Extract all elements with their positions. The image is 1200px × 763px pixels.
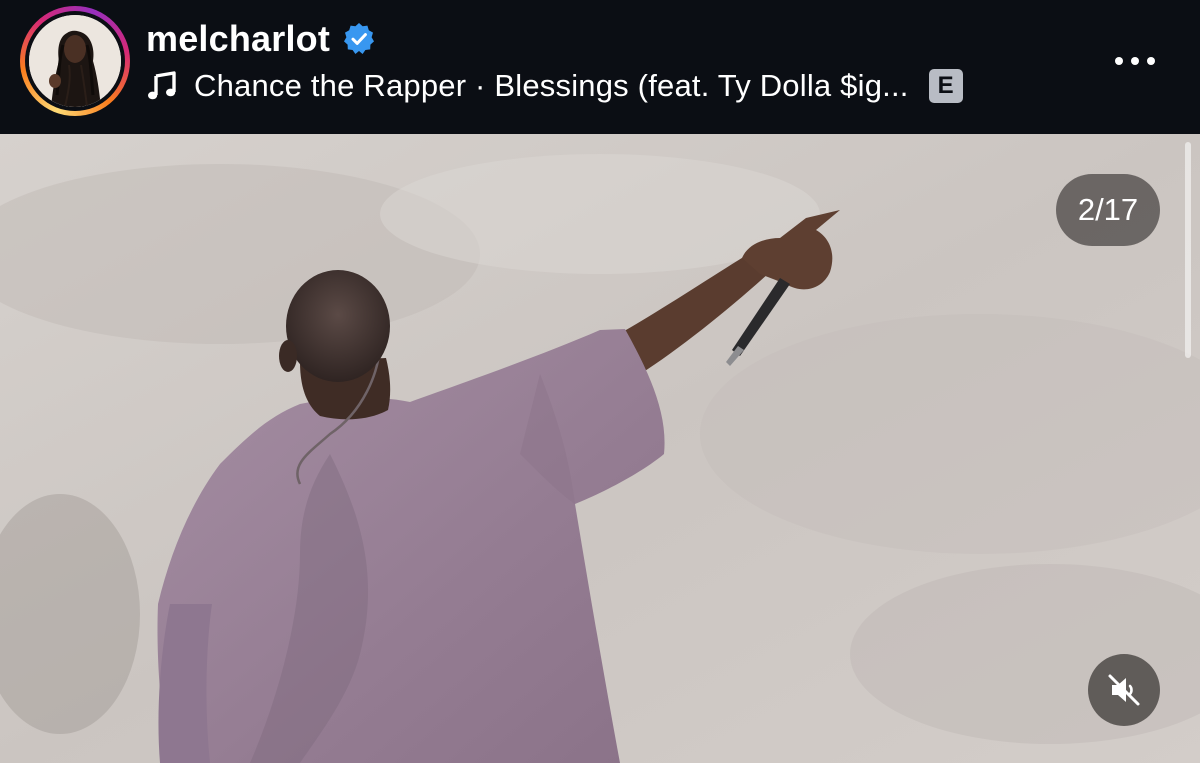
music-note-icon bbox=[146, 70, 178, 102]
instagram-post-viewer: melcharlot Chance the Rapper · Blessings… bbox=[0, 0, 1200, 763]
carousel-counter: 2/17 bbox=[1056, 174, 1160, 246]
post-media[interactable]: 2/17 bbox=[0, 134, 1200, 763]
speaker-muted-icon bbox=[1108, 674, 1140, 706]
post-header: melcharlot Chance the Rapper · Blessings… bbox=[0, 0, 1200, 134]
verified-badge-icon bbox=[342, 22, 376, 56]
post-photo bbox=[0, 134, 1200, 763]
scrollbar-thumb[interactable] bbox=[1185, 142, 1191, 358]
avatar[interactable] bbox=[29, 15, 121, 107]
explicit-badge: E bbox=[928, 69, 963, 103]
more-options-button[interactable] bbox=[1106, 46, 1164, 76]
username-row: melcharlot bbox=[146, 16, 376, 62]
audio-track-row[interactable]: Chance the Rapper · Blessings (feat. Ty … bbox=[146, 64, 963, 108]
more-options-icon bbox=[1115, 57, 1123, 65]
audio-track-label: Chance the Rapper · Blessings (feat. Ty … bbox=[194, 68, 909, 103]
story-ring[interactable] bbox=[20, 6, 130, 116]
mute-button[interactable] bbox=[1088, 654, 1160, 726]
profile-photo bbox=[29, 15, 121, 107]
username[interactable]: melcharlot bbox=[146, 18, 330, 60]
